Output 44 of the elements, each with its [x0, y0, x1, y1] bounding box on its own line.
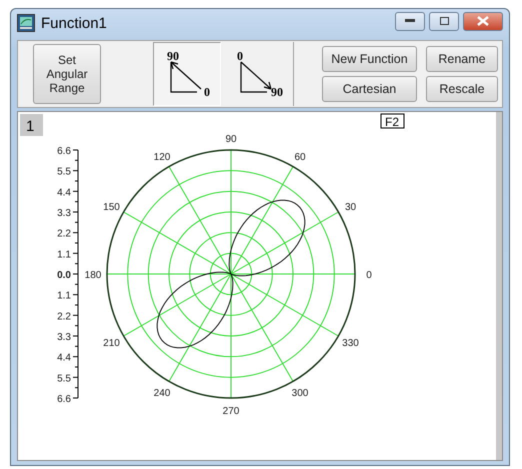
direction-toggle[interactable]: 90 0: [153, 42, 221, 106]
angle-label: 0: [366, 270, 372, 281]
radius-label: 6.6: [57, 146, 71, 157]
angle-label: 300: [292, 388, 308, 399]
window-icon: [17, 14, 35, 32]
radius-label: 3.3: [57, 332, 71, 343]
set-angular-range-button[interactable]: Set Angular Range: [33, 44, 101, 104]
angle-label: 30: [344, 202, 356, 213]
maximize-button[interactable]: [429, 12, 459, 31]
angle-label: 180: [84, 270, 102, 281]
maximize-icon: [440, 17, 448, 26]
radius-label: 1.1: [57, 290, 71, 302]
toolbar-button[interactable]: New Function: [322, 46, 417, 72]
radius-label: 5.5: [57, 373, 71, 384]
toolbar-button[interactable]: Rename: [426, 46, 498, 72]
radius-label: 2.2: [57, 311, 71, 322]
radius-label: 4.4: [57, 352, 71, 364]
radius-label: 2.2: [57, 228, 71, 240]
close-icon: [477, 16, 489, 26]
angle-label: 240: [154, 388, 170, 399]
angle-label: 60: [294, 152, 306, 164]
angle-label: 120: [154, 152, 170, 164]
minimize-icon: [405, 19, 415, 24]
angle-label: 150: [103, 202, 120, 213]
radius-label: 3.3: [57, 208, 71, 219]
minimize-button[interactable]: [395, 12, 425, 31]
close-button[interactable]: [463, 12, 503, 31]
layer-number: 1: [26, 118, 34, 135]
radius-label: 5.5: [57, 166, 71, 178]
scrollbar[interactable]: [496, 112, 502, 460]
radius-label: 0.0: [57, 270, 71, 281]
toolbar-button[interactable]: Cartesian: [322, 76, 417, 102]
toolbar-button[interactable]: Rescale: [426, 76, 498, 102]
direction-toggle[interactable]: 0 90: [223, 42, 291, 106]
angle-label: 330: [342, 338, 359, 349]
angle-label: 210: [103, 338, 120, 349]
radius-label: 4.4: [57, 187, 71, 198]
legend-box: F2: [380, 114, 404, 129]
angle-label: 270: [222, 406, 240, 417]
radius-label: 6.6: [57, 394, 71, 405]
window-title: Function1: [41, 14, 107, 32]
angle-label: 90: [225, 134, 237, 145]
radius-label: 1.1: [57, 249, 71, 260]
layer-badge[interactable]: [20, 114, 43, 136]
